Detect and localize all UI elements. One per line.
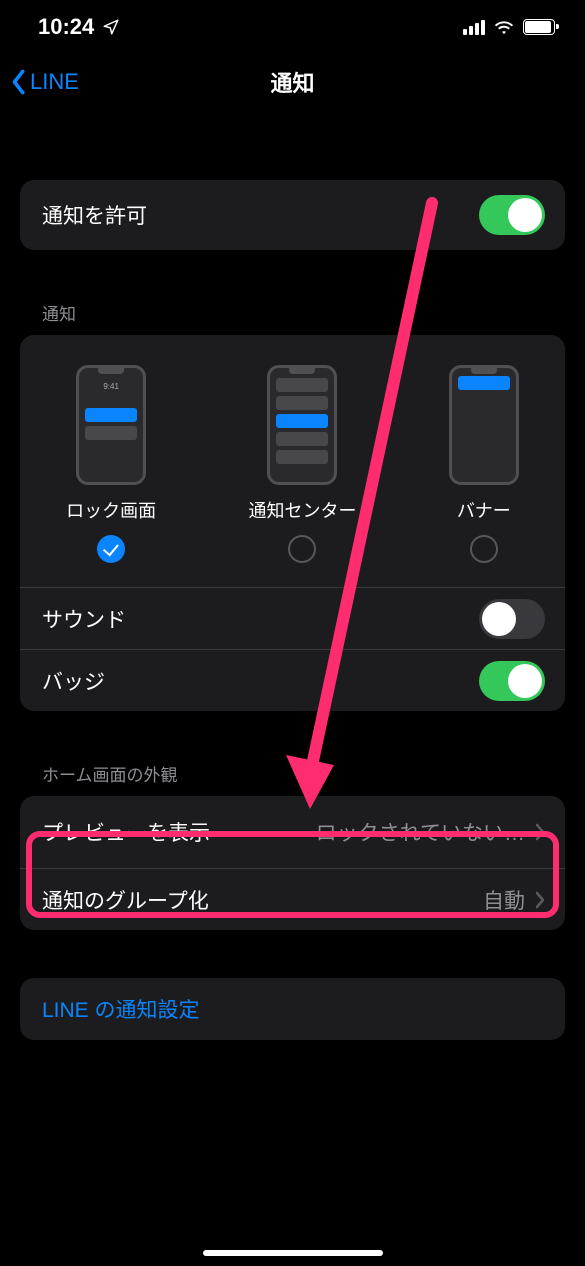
row-show-previews[interactable]: プレビューを表示 ロックされていない… (20, 796, 565, 868)
section-header-appearance: ホーム画面の外観 (42, 761, 565, 786)
section-header-alerts: 通知 (42, 300, 565, 325)
style-lock-radio[interactable] (97, 535, 125, 563)
chevron-right-icon (535, 891, 545, 909)
grouping-label: 通知のグループ化 (42, 885, 483, 915)
home-indicator[interactable] (203, 1250, 383, 1256)
chevron-right-icon (535, 823, 545, 841)
style-lock-label: ロック画面 (66, 497, 156, 523)
lock-screen-preview-icon: 9:41 (76, 365, 146, 485)
style-banner-label: バナー (457, 497, 511, 523)
show-previews-label: プレビューを表示 (42, 817, 316, 847)
section-app-settings: LINE の通知設定 (20, 978, 565, 1040)
chevron-left-icon (10, 69, 26, 95)
nav-bar: LINE 通知 (0, 54, 585, 110)
show-previews-value: ロックされていない… (316, 817, 525, 847)
style-notification-center[interactable]: 通知センター (248, 365, 356, 563)
location-icon (102, 18, 120, 36)
row-line-notification-settings[interactable]: LINE の通知設定 (20, 978, 565, 1040)
status-left: 10:24 (38, 14, 120, 40)
back-button[interactable]: LINE (10, 69, 79, 95)
style-banner[interactable]: バナー (449, 365, 519, 563)
style-center-label: 通知センター (248, 497, 356, 523)
cellular-signal-icon (463, 19, 485, 35)
page-title: 通知 (0, 66, 585, 98)
notification-center-preview-icon (267, 365, 337, 485)
line-settings-label: LINE の通知設定 (42, 994, 545, 1024)
battery-icon (523, 19, 555, 35)
status-bar: 10:24 (0, 0, 585, 54)
style-banner-radio[interactable] (470, 535, 498, 563)
sound-label: サウンド (42, 604, 479, 634)
row-notification-grouping[interactable]: 通知のグループ化 自動 (20, 868, 565, 930)
allow-notifications-switch[interactable] (479, 195, 545, 235)
section-appearance: プレビューを表示 ロックされていない… 通知のグループ化 自動 (20, 796, 565, 930)
style-lock-screen[interactable]: 9:41 ロック画面 (66, 365, 156, 563)
wifi-icon (493, 19, 515, 35)
row-allow-notifications[interactable]: 通知を許可 (20, 180, 565, 250)
grouping-value: 自動 (483, 885, 525, 915)
row-badge[interactable]: バッジ (20, 649, 565, 711)
status-right (463, 19, 555, 35)
banner-preview-icon (449, 365, 519, 485)
notification-styles: 9:41 ロック画面 通知 (20, 335, 565, 587)
style-center-radio[interactable] (288, 535, 316, 563)
sound-switch[interactable] (479, 599, 545, 639)
section-alerts: 9:41 ロック画面 通知 (20, 335, 565, 711)
section-allow: 通知を許可 (20, 180, 565, 250)
allow-notifications-label: 通知を許可 (42, 200, 479, 230)
back-label: LINE (30, 69, 79, 95)
badge-label: バッジ (42, 666, 479, 696)
status-time: 10:24 (38, 14, 94, 40)
badge-switch[interactable] (479, 661, 545, 701)
row-sound[interactable]: サウンド (20, 587, 565, 649)
